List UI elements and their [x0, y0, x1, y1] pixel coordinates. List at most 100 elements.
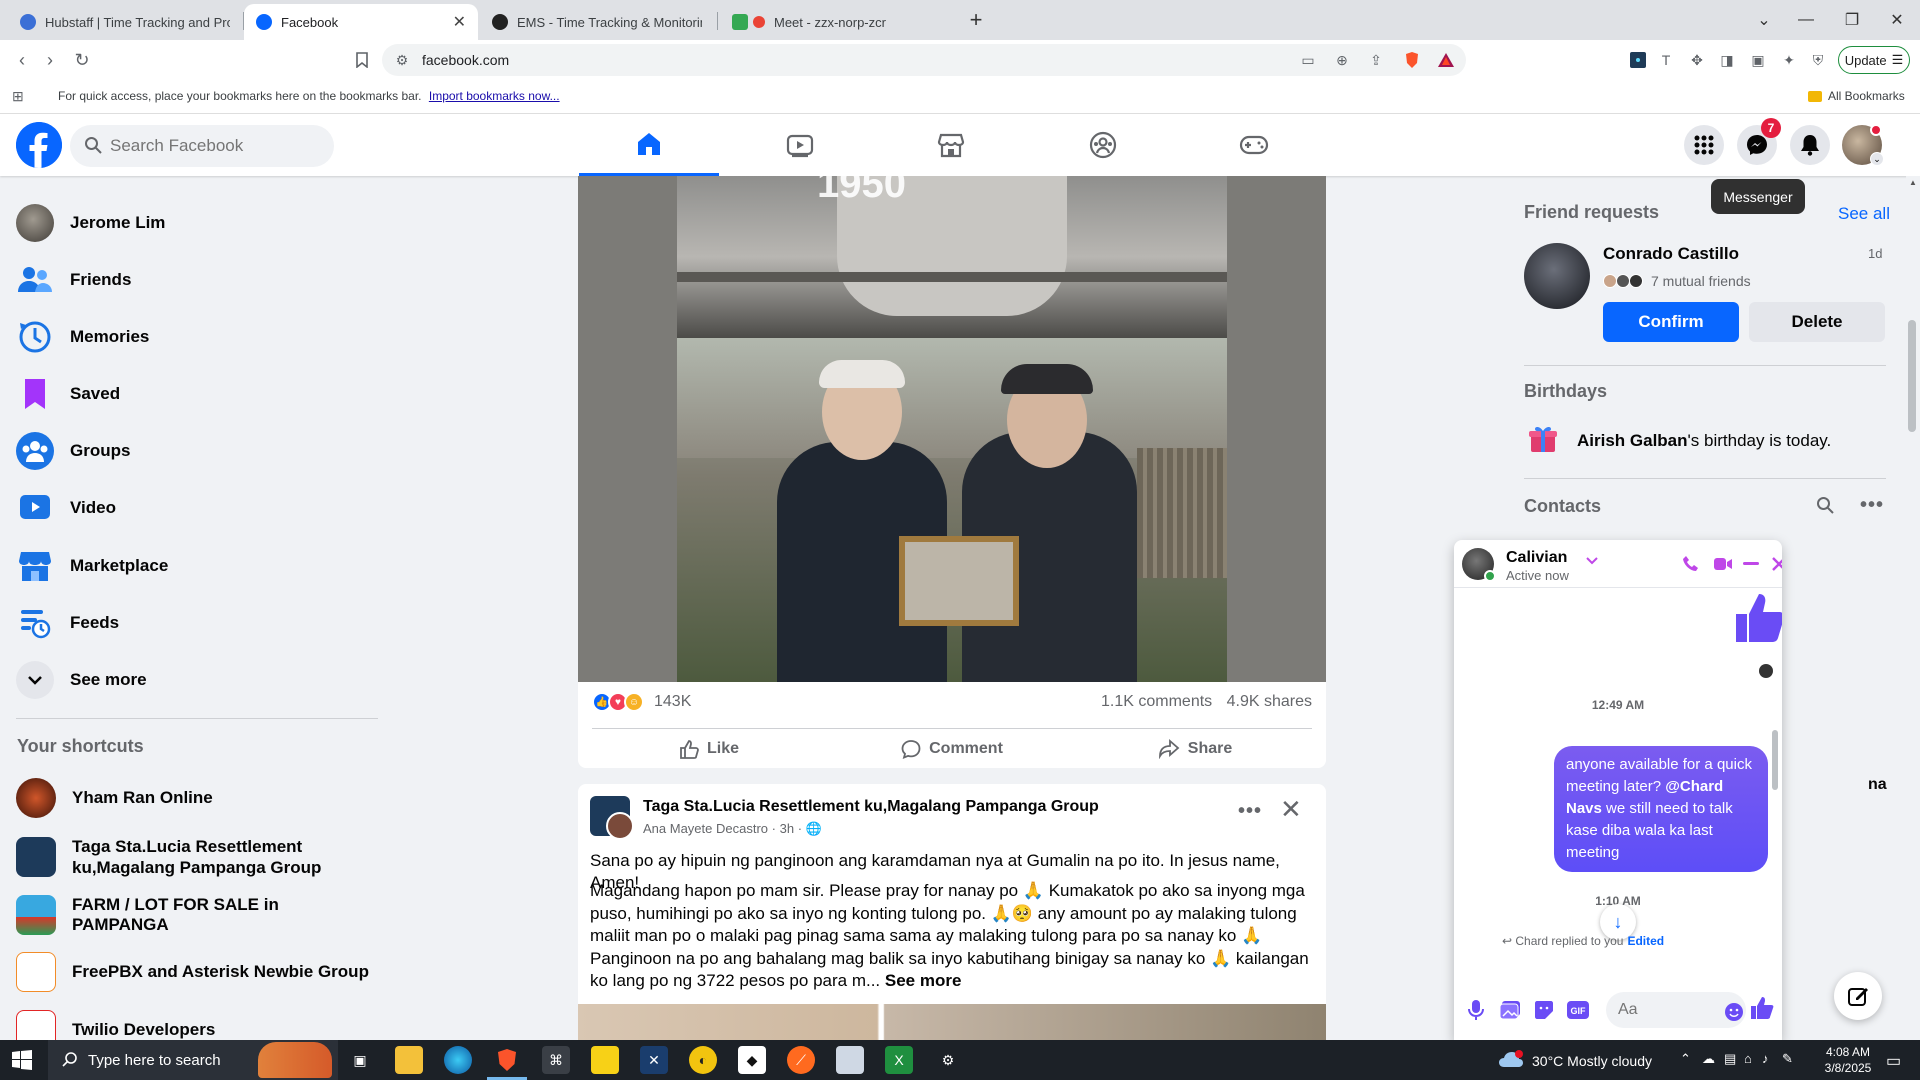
comment-button[interactable]: Comment: [833, 732, 1071, 766]
sidebar-see-more[interactable]: See more: [16, 656, 376, 704]
close-window-button[interactable]: ✕: [1874, 0, 1920, 40]
nav-marketplace[interactable]: [881, 114, 1021, 176]
nav-video[interactable]: [730, 114, 870, 176]
post-group-name[interactable]: Taga Sta.Lucia Resettlement ku,Magalang …: [643, 798, 1099, 816]
apps-grid-icon[interactable]: ⊞: [12, 88, 24, 105]
shortcut-item[interactable]: FARM / LOT FOR SALE in PAMPANGA: [16, 891, 376, 939]
app-icon-code[interactable]: ✕: [640, 1046, 668, 1074]
pen-icon[interactable]: ✎: [1782, 1051, 1793, 1067]
comment-count[interactable]: 1.1K comments: [1101, 693, 1212, 710]
chevron-down-icon[interactable]: [1586, 554, 1598, 568]
app-icon-capcut[interactable]: ◆: [738, 1046, 766, 1074]
see-all-link[interactable]: See all: [1838, 204, 1890, 224]
sticky-notes-icon[interactable]: [591, 1046, 619, 1074]
app-icon-window[interactable]: [836, 1046, 864, 1074]
post-image[interactable]: 1950 2025: [578, 176, 1326, 682]
vpn-icon[interactable]: ⛨: [1808, 50, 1828, 70]
hide-post-icon[interactable]: ✕: [1280, 794, 1302, 825]
sidebar-item-profile[interactable]: Jerome Lim: [16, 199, 376, 247]
restore-button[interactable]: ❐: [1829, 0, 1875, 40]
contacts-options-icon[interactable]: •••: [1860, 494, 1884, 517]
page-scrollbar-thumb[interactable]: [1908, 320, 1916, 432]
sidebar-panel-icon[interactable]: ◨: [1717, 50, 1737, 70]
brave-rewards-icon[interactable]: [1436, 50, 1456, 70]
contact-name-partial[interactable]: na: [1868, 776, 1887, 794]
app-icon-terminal[interactable]: ⌘: [542, 1046, 570, 1074]
leo-ai-icon[interactable]: ✦: [1779, 50, 1799, 70]
share-count[interactable]: 4.9K shares: [1227, 693, 1312, 710]
sidebar-item-saved[interactable]: Saved: [16, 370, 376, 418]
all-bookmarks-button[interactable]: All Bookmarks: [1808, 89, 1905, 103]
chat-header[interactable]: Calivian Active now: [1454, 540, 1782, 588]
shortcut-item[interactable]: Taga Sta.Lucia Resettlement ku,Magalang …: [16, 832, 376, 882]
import-bookmarks-link[interactable]: Import bookmarks now...: [429, 89, 560, 103]
extensions-puzzle-icon[interactable]: ✥: [1687, 50, 1707, 70]
share-button[interactable]: Share: [1076, 732, 1314, 766]
network-icon[interactable]: ⌂: [1744, 1051, 1752, 1066]
shortcut-item[interactable]: FreePBX and Asterisk Newbie Group: [16, 948, 376, 996]
send-like-icon[interactable]: [1750, 996, 1774, 1020]
chat-messages[interactable]: 12:49 AM anyone available for a quick me…: [1454, 588, 1782, 964]
tray-app-icon[interactable]: ▤: [1724, 1051, 1736, 1067]
task-view-icon[interactable]: ▣: [346, 1046, 374, 1074]
weather-widget[interactable]: 30°C Mostly cloudy: [1498, 1050, 1652, 1071]
excel-icon[interactable]: X: [885, 1046, 913, 1074]
site-info-icon[interactable]: ⚙: [392, 50, 412, 70]
settings-gear-icon[interactable]: ⚙: [934, 1046, 962, 1074]
brave-shield-icon[interactable]: [1402, 50, 1422, 70]
search-input[interactable]: [110, 125, 320, 167]
microphone-icon[interactable]: [1464, 998, 1488, 1022]
back-icon[interactable]: ‹: [10, 48, 34, 72]
sidebar-item-video[interactable]: Video: [16, 484, 376, 532]
sidebar-item-friends[interactable]: Friends: [16, 256, 376, 304]
sidebar-item-memories[interactable]: Memories: [16, 313, 376, 361]
like-button[interactable]: Like: [590, 732, 828, 766]
tab-facebook[interactable]: Facebook ✕: [244, 4, 478, 40]
mutual-friends-label[interactable]: 7 mutual friends: [1651, 273, 1751, 289]
post-time[interactable]: 3h: [780, 821, 794, 836]
reply-indicator[interactable]: ↩ Chard replied to you Edited: [1502, 934, 1664, 948]
friend-request-avatar[interactable]: [1524, 243, 1590, 309]
new-message-button[interactable]: [1834, 972, 1882, 1020]
notification-center-icon[interactable]: ▭: [1886, 1051, 1901, 1071]
tab-meet[interactable]: Meet - zzx-norp-zcr: [720, 4, 954, 40]
confirm-button[interactable]: Confirm: [1603, 302, 1739, 342]
extension-text-icon[interactable]: T: [1656, 50, 1676, 70]
extension-react-icon[interactable]: [1628, 50, 1648, 70]
post-options-icon[interactable]: •••: [1238, 800, 1262, 823]
notifications-button[interactable]: [1790, 125, 1830, 165]
minimize-button[interactable]: —: [1783, 0, 1829, 40]
outgoing-message[interactable]: anyone available for a quick meeting lat…: [1554, 746, 1768, 872]
file-explorer-icon[interactable]: [395, 1046, 423, 1074]
sidebar-item-marketplace[interactable]: Marketplace: [16, 542, 376, 590]
edge-icon[interactable]: [444, 1046, 472, 1074]
shortcut-item[interactable]: Yham Ran Online: [16, 774, 376, 822]
tray-expand-icon[interactable]: ⌃: [1680, 1051, 1691, 1067]
sticker-icon[interactable]: [1532, 998, 1556, 1022]
microphone-tray-icon[interactable]: ♪: [1762, 1051, 1769, 1066]
close-tab-icon[interactable]: ✕: [453, 12, 466, 32]
video-call-icon[interactable]: [1712, 553, 1734, 575]
scroll-up-arrow-icon[interactable]: ▲: [1909, 178, 1917, 187]
wallet-icon[interactable]: ▣: [1748, 50, 1768, 70]
reload-icon[interactable]: ↻: [70, 48, 94, 72]
author-avatar[interactable]: [606, 812, 634, 840]
tab-hubstaff[interactable]: Hubstaff | Time Tracking and Produ: [8, 4, 242, 40]
cast-icon[interactable]: ▭: [1298, 50, 1318, 70]
chat-contact-name[interactable]: Calivian: [1506, 549, 1567, 567]
windows-start-icon[interactable]: [12, 1050, 32, 1070]
account-chevron-icon[interactable]: ⌄: [1870, 152, 1884, 166]
app-icon-orange[interactable]: ⟋: [787, 1046, 815, 1074]
nav-gaming[interactable]: [1184, 114, 1324, 176]
zoom-icon[interactable]: ⊕: [1332, 50, 1352, 70]
tab-ems[interactable]: EMS - Time Tracking & Monitoring: [480, 4, 714, 40]
post-image[interactable]: [578, 1004, 1326, 1040]
nav-home[interactable]: [579, 114, 719, 176]
emoji-icon[interactable]: [1724, 1002, 1744, 1027]
update-button[interactable]: Update ☰: [1838, 46, 1910, 74]
sidebar-item-groups[interactable]: Groups: [16, 427, 376, 475]
menu-button[interactable]: [1684, 125, 1724, 165]
page-scrollbar-track[interactable]: ▲: [1906, 176, 1920, 1040]
share-icon[interactable]: ⇪: [1366, 50, 1386, 70]
app-icon-round[interactable]: ◐: [689, 1046, 717, 1074]
